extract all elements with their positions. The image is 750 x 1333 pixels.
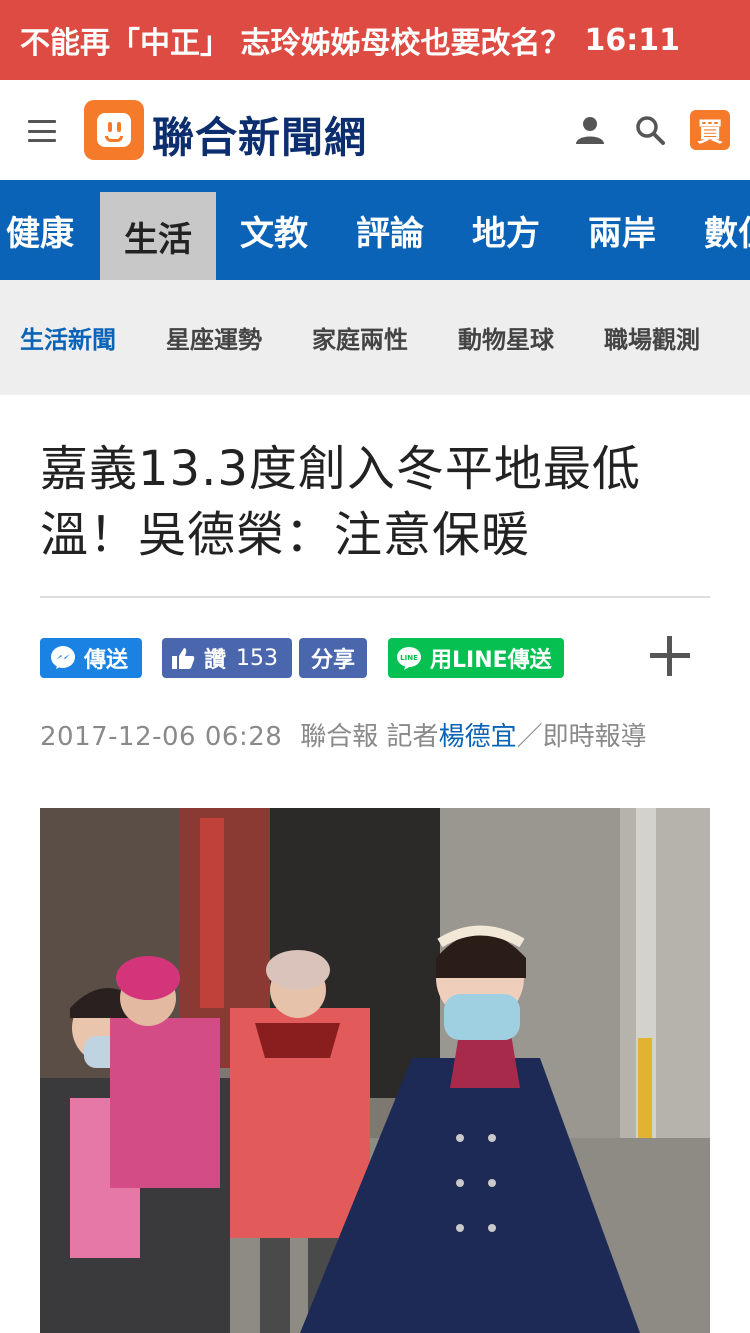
- messenger-send-label: 傳送: [84, 648, 129, 673]
- site-header: 聯合新聞網 買: [0, 80, 750, 180]
- svg-text:LINE: LINE: [400, 654, 418, 662]
- site-name[interactable]: 聯合新聞網: [152, 104, 367, 165]
- user-icon[interactable]: [574, 114, 606, 146]
- reporter-link[interactable]: 楊德宜: [439, 722, 517, 752]
- subnav-life-news[interactable]: 生活新聞: [20, 320, 116, 355]
- line-icon: LINE: [397, 647, 421, 670]
- search-icon[interactable]: [634, 114, 666, 146]
- tab-local[interactable]: 地方: [448, 180, 564, 280]
- logo-icon[interactable]: [84, 100, 144, 160]
- line-share-label: 用LINE傳送: [430, 648, 552, 673]
- share-label: 分享: [310, 648, 355, 673]
- like-label: 讚: [204, 648, 227, 673]
- breaking-headline[interactable]: 不能再「中正」 志玲姊姊母校也要改名？: [20, 18, 570, 62]
- street-scene-image: [40, 808, 710, 1333]
- tab-life[interactable]: 生活: [100, 192, 216, 280]
- breaking-news-bar[interactable]: 不能再「中正」 志玲姊姊母校也要改名？ 16:11: [0, 0, 750, 80]
- subnav-family[interactable]: 家庭兩性: [312, 320, 408, 355]
- messenger-icon: [51, 646, 75, 669]
- line-share-button[interactable]: LINE 用LINE傳送: [388, 638, 564, 678]
- tab-cross-strait[interactable]: 兩岸: [564, 180, 680, 280]
- share-buttons: 傳送 讚 153 分享 LINE 用LINE傳送: [40, 638, 710, 678]
- shop-button[interactable]: 買: [690, 110, 730, 150]
- share-button[interactable]: 分享: [299, 638, 367, 678]
- tab-health[interactable]: 健康: [0, 180, 100, 280]
- report-type: ／即時報導: [516, 722, 647, 752]
- tab-education[interactable]: 文教: [216, 180, 332, 280]
- news-source: 聯合報 記者: [300, 722, 439, 752]
- tab-opinion[interactable]: 評論: [332, 180, 448, 280]
- tab-digital[interactable]: 數位: [680, 180, 750, 280]
- main-nav: 健康 生活 文教 評論 地方 兩岸 數位: [0, 180, 750, 280]
- title-divider: [40, 596, 710, 598]
- thumbs-up-icon: [172, 648, 195, 669]
- subnav-horoscope[interactable]: 星座運勢: [166, 320, 262, 355]
- publish-date: 2017-12-06 06:28: [40, 722, 283, 752]
- article-title: 嘉義13.3度創入冬平地最低溫！吳德榮：注意保暖: [40, 441, 641, 563]
- sub-nav: 生活新聞 星座運勢 家庭兩性 動物星球 職場觀測: [0, 280, 750, 395]
- breaking-time: 16:11: [584, 22, 680, 58]
- subnav-workplace[interactable]: 職場觀測: [604, 320, 700, 355]
- like-count: 153: [236, 645, 279, 671]
- plus-icon[interactable]: [648, 634, 692, 678]
- article-meta: 2017-12-06 06:28 聯合報 記者楊德宜／即時報導: [40, 716, 647, 753]
- article-photo: [40, 808, 710, 1333]
- messenger-send-button[interactable]: 傳送: [40, 638, 142, 678]
- menu-icon[interactable]: [28, 120, 56, 142]
- like-button[interactable]: 讚 153: [162, 638, 292, 678]
- subnav-animals[interactable]: 動物星球: [458, 320, 554, 355]
